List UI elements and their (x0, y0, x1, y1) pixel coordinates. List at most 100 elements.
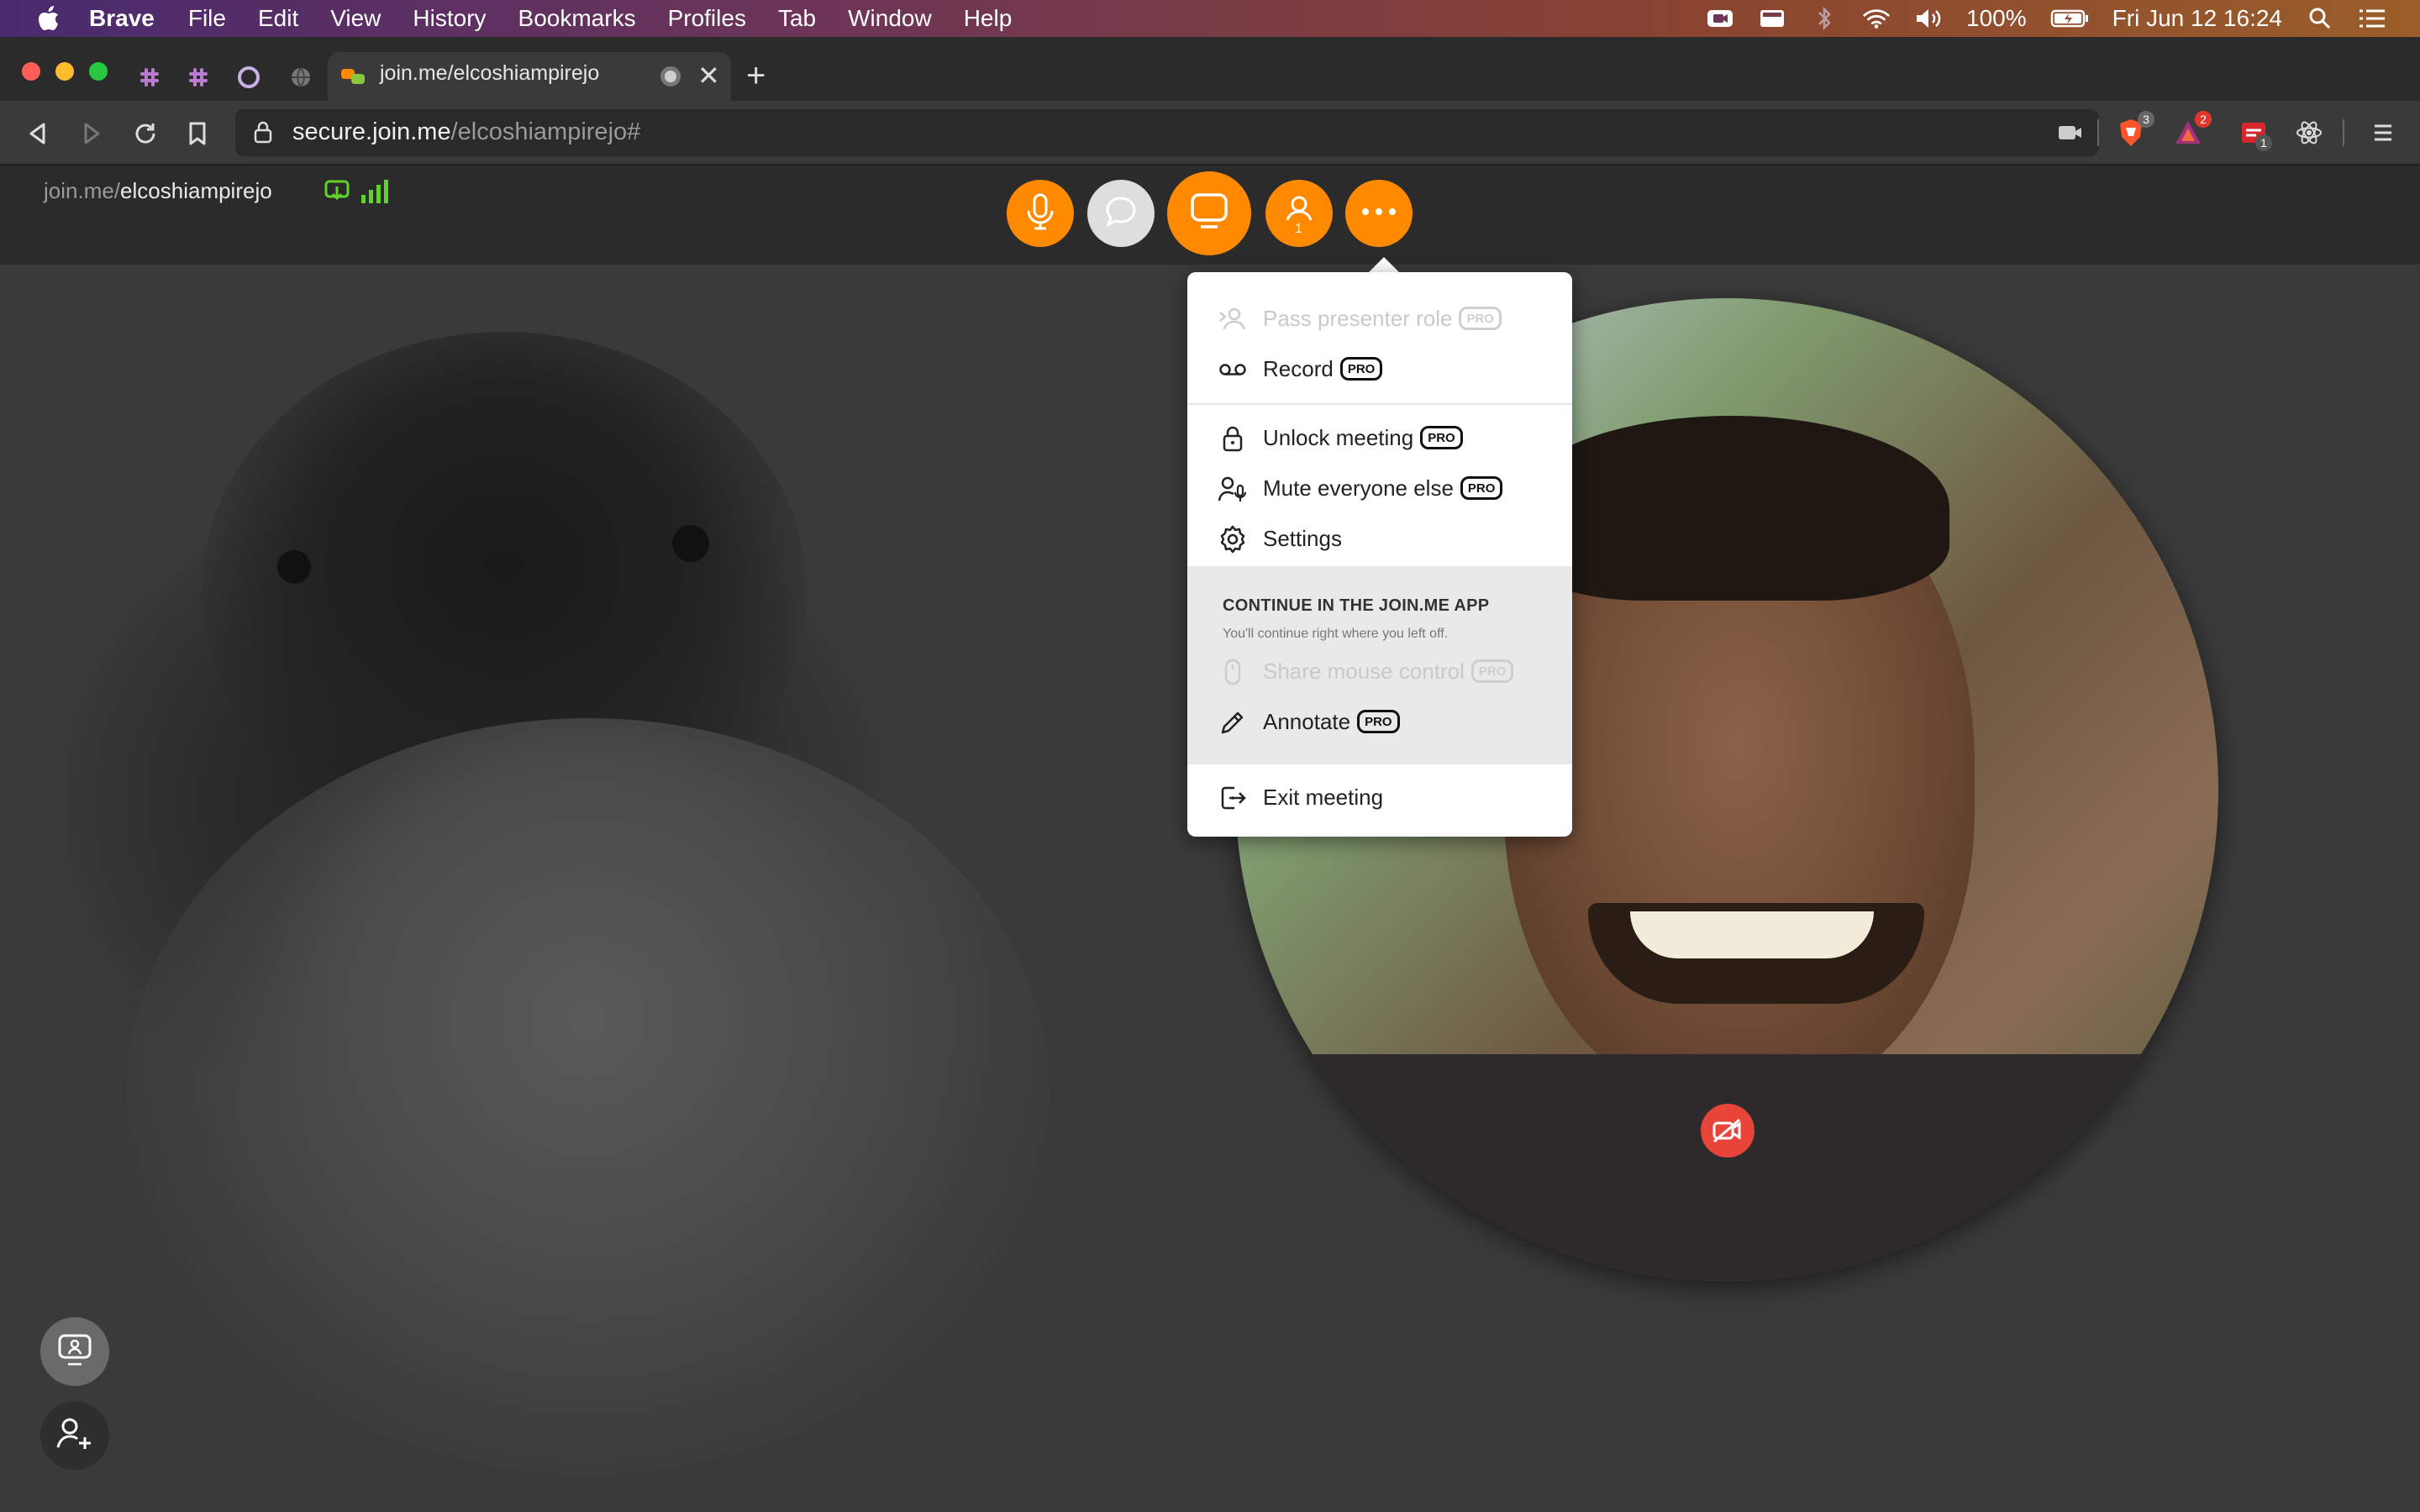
mouse-icon (1218, 657, 1248, 687)
lock-icon[interactable] (254, 120, 272, 148)
menu-item-mute-everyone[interactable]: Mute everyone else PRO (1187, 462, 1572, 512)
brave-rewards-icon[interactable]: 2 (2171, 111, 2212, 150)
pencil-icon (1218, 707, 1248, 738)
menu-caret (1367, 257, 1401, 274)
reload-button[interactable] (129, 118, 161, 150)
more-icon (1360, 206, 1397, 221)
back-button[interactable] (22, 118, 54, 150)
menu-edit[interactable]: Edit (258, 5, 298, 32)
more-options-button[interactable] (1345, 180, 1413, 247)
participant-hair (1512, 416, 1949, 601)
menu-item-share-mouse-control[interactable]: Share mouse control PRO (1187, 645, 1572, 696)
bluetooth-icon[interactable] (1810, 6, 1839, 31)
menu-item-settings[interactable]: Settings (1187, 512, 1572, 563)
menu-separator (1187, 403, 1572, 405)
tab-title: join.me/elcoshiampirejo (380, 61, 600, 85)
clock[interactable]: Fri Jun 12 16:24 (2112, 5, 2282, 32)
forward-button[interactable] (76, 118, 108, 150)
menu-item-unlock-meeting[interactable]: Unlock meeting PRO (1187, 412, 1572, 462)
clapper-icon[interactable] (1758, 6, 1786, 31)
react-devtools-icon[interactable] (2292, 116, 2326, 150)
menu-view[interactable]: View (330, 5, 381, 32)
menu-profiles[interactable]: Profiles (668, 5, 746, 32)
new-tab-button[interactable]: + (746, 57, 765, 94)
screen: Brave File Edit View History Bookmarks P… (0, 0, 2420, 1512)
more-options-menu: Pass presenter role PRO Record PRO Unlock … (1187, 272, 1572, 837)
menu-tab[interactable]: Tab (778, 5, 816, 32)
camera-status-icon[interactable] (1706, 6, 1734, 31)
chat-button[interactable] (1087, 180, 1155, 247)
meeting-link[interactable]: join.me/elcoshiampirejo (44, 178, 272, 204)
app-section-title: CONTINUE IN THE JOIN.ME APP (1223, 596, 1490, 615)
pinned-tab-slack-icon-2[interactable] (183, 62, 213, 92)
add-person-icon (55, 1415, 95, 1457)
menu-window[interactable]: Window (848, 5, 932, 32)
menu-app-name[interactable]: Brave (89, 5, 155, 32)
background-image-eye-left (277, 550, 311, 584)
battery-percent: 100% (1966, 5, 2027, 31)
menu-item-pass-presenter-role[interactable]: Pass presenter role PRO (1187, 292, 1572, 343)
tab-recording-indicator-icon (660, 66, 681, 87)
menu-item-label: Share mouse control (1263, 659, 1465, 684)
menu-item-record[interactable]: Record PRO (1187, 343, 1572, 393)
pinned-tab-slack-icon[interactable] (134, 62, 165, 92)
url-host: secure.join.me (292, 118, 451, 145)
menu-item-label: Unlock meeting (1263, 425, 1414, 450)
pass-presenter-icon (1218, 304, 1248, 334)
chat-icon (1103, 194, 1139, 234)
pinned-tab-globe-icon[interactable] (286, 62, 316, 92)
pro-badge: PRO (1460, 476, 1503, 501)
browser-menu-icon[interactable] (2366, 116, 2400, 150)
volume-icon[interactable] (1914, 6, 1943, 31)
menu-item-label: Annotate (1263, 709, 1351, 734)
bookmark-icon[interactable] (182, 118, 213, 150)
menu-bookmarks[interactable]: Bookmarks (518, 5, 636, 32)
rewards-count-badge: 2 (2195, 111, 2212, 128)
menu-file[interactable]: File (188, 5, 226, 32)
url-text[interactable]: secure.join.me/elcoshiampirejo# (292, 118, 640, 146)
apple-icon[interactable] (32, 0, 66, 37)
tab-close-icon[interactable]: ✕ (697, 60, 720, 91)
control-center-icon[interactable] (2358, 6, 2386, 31)
gear-icon (1218, 524, 1248, 554)
battery-icon[interactable] (2050, 6, 2089, 31)
macos-menubar: Brave File Edit View History Bookmarks P… (0, 0, 2420, 37)
pinned-tab-circle-icon[interactable] (234, 62, 264, 92)
brave-shields-icon[interactable]: 3 (2114, 111, 2154, 150)
menu-item-exit-meeting[interactable]: Exit meeting (1187, 771, 1572, 822)
participants-button[interactable]: 1 (1265, 180, 1333, 247)
connection-signal-icon[interactable] (324, 176, 392, 207)
minimize-window-button[interactable] (55, 62, 74, 81)
background-image-light-area (126, 718, 1050, 1474)
joinme-favicon-icon (341, 67, 366, 86)
search-icon[interactable] (2306, 6, 2334, 31)
pro-badge: PRO (1357, 710, 1400, 734)
wifi-icon[interactable] (1862, 6, 1891, 31)
menu-item-label: Pass presenter role (1263, 306, 1453, 331)
menu-help[interactable]: Help (964, 5, 1013, 32)
participant-shirt (1235, 1054, 2218, 1281)
menu-item-annotate[interactable]: Annotate PRO (1187, 696, 1572, 746)
pro-badge: PRO (1420, 426, 1463, 450)
camera-off-icon[interactable] (1701, 1104, 1754, 1158)
record-voicemail-icon (1218, 354, 1248, 385)
mic-icon (1023, 192, 1057, 235)
invite-button[interactable] (40, 1401, 109, 1470)
toolbar-divider-2 (2343, 119, 2344, 146)
meeting-name: elcoshiampirejo (120, 178, 272, 203)
zoom-window-button[interactable] (89, 62, 108, 81)
app-section-subtitle: You'll continue right where you left off… (1223, 627, 1449, 641)
toolbar-divider (2097, 119, 2099, 146)
screen-share-icon (1187, 190, 1231, 238)
extension-count-badge: 1 (2255, 134, 2272, 151)
pro-badge: PRO (1459, 307, 1502, 331)
presenter-view-button[interactable] (40, 1317, 109, 1386)
close-window-button[interactable] (22, 62, 40, 81)
mute-everyone-icon (1218, 474, 1248, 504)
camera-in-use-icon[interactable] (2054, 116, 2087, 150)
menu-history[interactable]: History (413, 5, 486, 32)
screen-share-button[interactable] (1167, 171, 1251, 255)
mic-button[interactable] (1007, 180, 1074, 247)
menu-item-label: Settings (1263, 526, 1342, 551)
extension-todo-icon[interactable]: 1 (2237, 116, 2272, 151)
